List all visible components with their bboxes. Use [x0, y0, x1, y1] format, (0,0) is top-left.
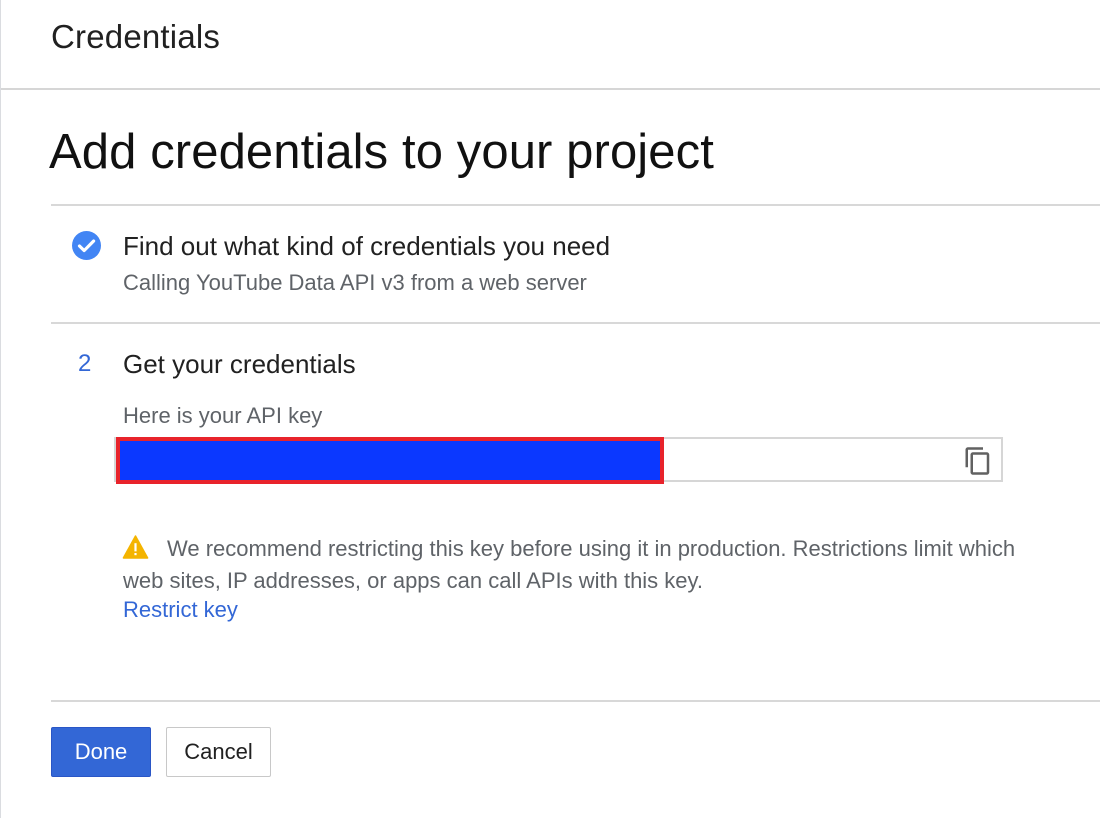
restrict-key-link[interactable]: Restrict key	[123, 597, 238, 623]
warning-message: We recommend restricting this key before…	[123, 536, 1016, 593]
divider-top	[51, 204, 1100, 206]
step-2-number: 2	[78, 350, 92, 377]
step-1-title: Find out what kind of credentials you ne…	[123, 231, 611, 261]
step-1-subtitle: Calling YouTube Data API v3 from a web s…	[123, 270, 587, 295]
section-heading: Add credentials to your project	[49, 125, 714, 179]
divider-middle	[51, 322, 1100, 324]
api-key-value-redacted[interactable]	[116, 437, 664, 484]
step-2-title: Get your credentials	[123, 349, 356, 379]
top-bar: Credentials	[1, 0, 1100, 90]
copy-icon[interactable]	[963, 445, 993, 477]
credentials-page: Credentials Add credentials to your proj…	[0, 0, 1100, 818]
api-key-label: Here is your API key	[123, 403, 323, 428]
api-key-field[interactable]	[114, 437, 1003, 484]
check-circle-icon	[72, 231, 101, 260]
cancel-button[interactable]: Cancel	[166, 727, 271, 777]
done-button[interactable]: Done	[51, 727, 151, 777]
page-title: Credentials	[51, 18, 221, 55]
divider-bottom	[51, 700, 1100, 702]
